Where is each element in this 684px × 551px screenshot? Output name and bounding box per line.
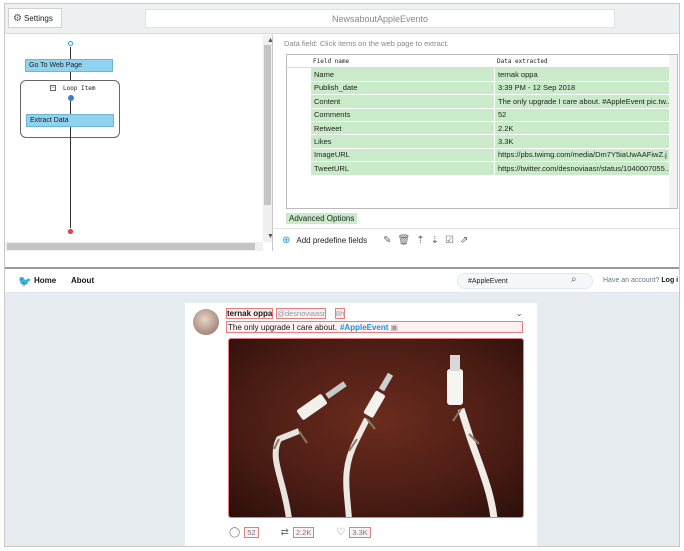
- tweet-author-handle[interactable]: @desnoviaasr: [276, 308, 327, 319]
- avatar[interactable]: [193, 309, 219, 335]
- tweet-text[interactable]: The only upgrade I care about. #AppleEve…: [226, 321, 523, 333]
- workflow-connector: [70, 127, 71, 138]
- apple-emoji-icon: ▣: [390, 322, 398, 332]
- tweet-author-name[interactable]: ternak oppa: [226, 308, 274, 319]
- data-value-cell: https://pbs.twimg.com/media/Dm7Y5iaUwAAF…: [494, 148, 677, 162]
- field-name-cell[interactable]: Retweet: [310, 121, 494, 135]
- workflow-start-node: [68, 41, 73, 46]
- field-toolbar: ⊕ Add predefine fields ✎ 🗑 ⇡ ⇣ ☑ ⇗: [274, 228, 679, 251]
- advanced-options-link[interactable]: Advanced Options: [286, 213, 358, 224]
- task-title-field[interactable]: NewsaboutAppleEvento: [145, 9, 615, 28]
- workflow-panel: Go To Web Page Loop Item − Extract Data: [5, 35, 273, 251]
- workflow-connector: [70, 47, 71, 59]
- workflow-connector: [70, 72, 71, 80]
- trash-icon[interactable]: 🗑: [398, 235, 411, 246]
- table-row[interactable]: TweetURL https://twitter.com/desnoviaasr/…: [287, 162, 677, 176]
- lightning-cables-photo: [229, 339, 523, 517]
- data-panel-scroll-arrow-down[interactable]: ▼: [267, 233, 274, 240]
- table-row[interactable]: Comments 52: [287, 108, 677, 122]
- retweet-count[interactable]: 2.2K: [292, 526, 315, 538]
- tweet-photo[interactable]: [228, 338, 524, 518]
- table-row[interactable]: Content The only upgrade I care about. #A…: [287, 95, 677, 109]
- sort-desc-icon[interactable]: ⇣: [431, 235, 439, 246]
- loop-item-step[interactable]: Loop Item − Extract Data: [20, 80, 120, 138]
- like-count[interactable]: 3.3K: [349, 526, 371, 538]
- field-name-cell[interactable]: ImageURL: [310, 148, 494, 162]
- column-header-field-name: Field name: [313, 57, 350, 65]
- chevron-down-icon[interactable]: ⌄: [516, 309, 523, 318]
- search-icon[interactable]: ⌕: [571, 274, 577, 285]
- table-row[interactable]: Likes 3.3K: [287, 135, 677, 149]
- settings-label: Settings: [23, 13, 53, 23]
- about-link[interactable]: About: [71, 276, 94, 285]
- data-panel: Data field: Click items on the web page …: [267, 35, 679, 251]
- gear-icon: ⚙: [13, 12, 22, 24]
- workflow-vertical-scrollbar[interactable]: [263, 35, 272, 242]
- field-name-cell[interactable]: Likes: [310, 135, 494, 148]
- tweet-actions: ◯ 52 ⇄ 2.2K ♡ 3.3K: [229, 525, 393, 539]
- data-value-cell: ternak oppa: [494, 68, 677, 81]
- top-bar: ⚙ Settings NewsaboutAppleEvento: [5, 4, 679, 34]
- hashtag-link[interactable]: #AppleEvent: [340, 323, 388, 332]
- add-predefine-fields-button[interactable]: Add predefine fields: [296, 236, 367, 245]
- twitter-nav-bar: 🐦 Home About #AppleEvent ⌕ Have an accou…: [5, 269, 679, 293]
- browser-view: 🐦 Home About #AppleEvent ⌕ Have an accou…: [5, 267, 679, 546]
- tweet-text-body: The only upgrade I care about.: [228, 322, 337, 332]
- table-row[interactable]: ImageURL https://pbs.twimg.com/media/Dm7Y…: [287, 148, 677, 163]
- home-link[interactable]: Home: [34, 276, 56, 285]
- loop-indicator-icon: [68, 95, 74, 101]
- field-name-cell[interactable]: Publish_date: [310, 81, 494, 95]
- loop-item-label: Loop Item: [63, 85, 96, 92]
- collapse-icon[interactable]: −: [50, 85, 56, 91]
- field-name-cell[interactable]: TweetURL: [310, 162, 494, 175]
- tweet-header: ternak oppa @desnoviaasr · 8h: [226, 308, 346, 319]
- settings-button[interactable]: ⚙ Settings: [8, 8, 62, 28]
- data-value-cell: 3:39 PM - 12 Sep 2018: [494, 81, 677, 95]
- check-square-icon[interactable]: ☑: [445, 235, 454, 246]
- reply-icon: ◯: [229, 526, 241, 538]
- extract-data-step[interactable]: Extract Data: [26, 114, 114, 127]
- tweet-time[interactable]: 8h: [334, 308, 346, 319]
- data-panel-scroll-arrow-up[interactable]: ▲: [267, 37, 274, 44]
- column-header-data-extracted: Data extracted: [497, 57, 548, 65]
- data-value-cell: The only upgrade I care about. #AppleEve…: [494, 95, 677, 108]
- data-value-cell: 3.3K: [494, 135, 677, 148]
- retweet-action[interactable]: ⇄ 2.2K: [280, 526, 315, 538]
- table-row[interactable]: Name ternak oppa: [287, 68, 677, 82]
- table-header: Field name Data extracted: [287, 55, 677, 69]
- like-action[interactable]: ♡ 3.3K: [336, 526, 371, 538]
- field-name-cell[interactable]: Comments: [310, 108, 494, 121]
- account-prompt: Have an account? Log i: [603, 277, 679, 284]
- retweet-icon: ⇄: [280, 526, 289, 538]
- app-window: ⚙ Settings NewsaboutAppleEvento Go To We…: [4, 3, 680, 547]
- data-value-cell: 2.2K: [494, 121, 677, 135]
- data-value-cell: https://twitter.com/desnoviaasr/status/1…: [494, 162, 677, 175]
- tweet-card[interactable]: ternak oppa @desnoviaasr · 8h ⌄ The only…: [185, 303, 537, 546]
- extracted-data-table: Field name Data extracted Name ternak opp…: [286, 54, 678, 209]
- sort-asc-icon[interactable]: ⇡: [416, 235, 424, 246]
- heart-icon: ♡: [336, 526, 346, 538]
- reply-action[interactable]: ◯ 52: [229, 526, 259, 538]
- table-row[interactable]: Publish_date 3:39 PM - 12 Sep 2018: [287, 81, 677, 96]
- field-name-cell[interactable]: Name: [310, 68, 494, 81]
- workflow-connector: [70, 138, 71, 228]
- data-field-hint: Data field: Click items on the web page …: [284, 39, 449, 48]
- edit-icon[interactable]: ✎: [383, 235, 391, 246]
- reply-count[interactable]: 52: [244, 526, 259, 538]
- table-row[interactable]: Retweet 2.2K: [287, 121, 677, 136]
- export-icon[interactable]: ⇗: [460, 235, 468, 246]
- data-value-cell: 52: [494, 108, 677, 121]
- login-link[interactable]: Log i: [661, 277, 678, 284]
- twitter-bird-icon[interactable]: 🐦: [18, 275, 32, 288]
- workflow-horizontal-scrollbar[interactable]: [5, 242, 263, 251]
- workflow-connector: [70, 101, 71, 114]
- field-name-cell[interactable]: Content: [310, 95, 494, 108]
- workflow-end-node: [68, 229, 73, 234]
- go-to-web-page-step[interactable]: Go To Web Page: [25, 59, 113, 72]
- plus-circle-icon[interactable]: ⊕: [282, 235, 290, 246]
- table-vertical-scrollbar[interactable]: [669, 55, 677, 208]
- separator-dot: ·: [329, 309, 332, 318]
